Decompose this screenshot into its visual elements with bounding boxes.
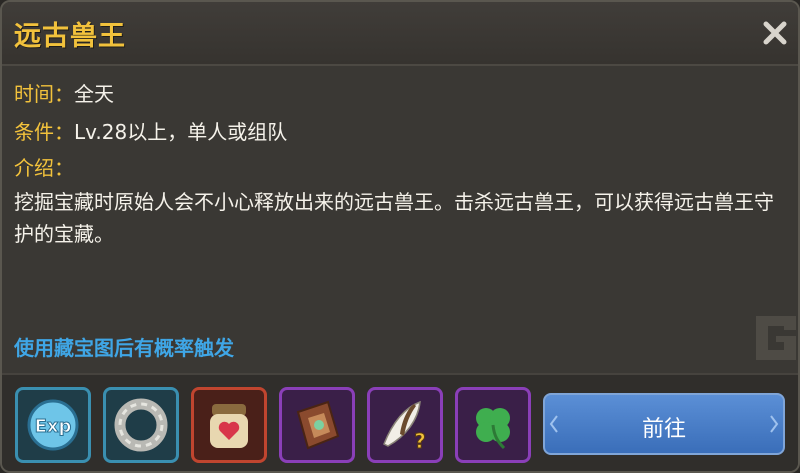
intro-label: 介绍： <box>14 156 74 180</box>
intro-row: 介绍： <box>14 152 74 181</box>
condition-value: Lv.28以上，单人或组队 <box>74 120 288 144</box>
dialog-panel: 远古兽王 时间：全天 条件：Lv.28以上，单人或组队 介绍： 挖掘宝藏时原始人… <box>0 0 800 473</box>
reward-slot-ring[interactable] <box>103 387 179 463</box>
trigger-hint: 使用藏宝图后有概率触发 <box>14 336 234 360</box>
heart-jar-icon <box>210 404 248 448</box>
mystery-feather-icon: ? <box>383 400 426 454</box>
reward-bar: Exp ? 前往 <box>2 373 798 471</box>
condition-label: 条件： <box>14 120 74 144</box>
chevron-right-icon <box>770 415 779 433</box>
time-label: 时间： <box>14 82 74 106</box>
svg-text:?: ? <box>414 429 426 453</box>
reward-slot-exp[interactable]: Exp <box>15 387 91 463</box>
time-value: 全天 <box>74 82 114 106</box>
skill-book-icon <box>296 400 340 450</box>
condition-row: 条件：Lv.28以上，单人或组队 <box>14 116 287 145</box>
four-leaf-clover-icon <box>476 408 510 450</box>
title-bar: 远古兽王 <box>2 2 798 66</box>
close-button[interactable] <box>758 16 792 50</box>
reward-slot-jar[interactable] <box>191 387 267 463</box>
dialog-title: 远古兽王 <box>14 21 126 52</box>
time-row: 时间：全天 <box>14 78 114 107</box>
close-icon <box>763 21 787 45</box>
description-text: 挖掘宝藏时原始人会不小心释放出来的远古兽王。击杀远古兽王，可以获得远古兽王守护的… <box>14 190 774 246</box>
game-logo-watermark-icon <box>756 316 796 360</box>
reward-slot-clover[interactable] <box>455 387 531 463</box>
go-button-label: 前往 <box>641 417 686 442</box>
reward-slot-book[interactable] <box>279 387 355 463</box>
svg-text:Exp: Exp <box>35 416 72 437</box>
exp-icon: Exp <box>27 399 79 451</box>
go-button[interactable]: 前往 <box>543 393 785 455</box>
reward-slot-feather[interactable]: ? <box>367 387 443 463</box>
iron-ring-icon <box>114 398 168 452</box>
